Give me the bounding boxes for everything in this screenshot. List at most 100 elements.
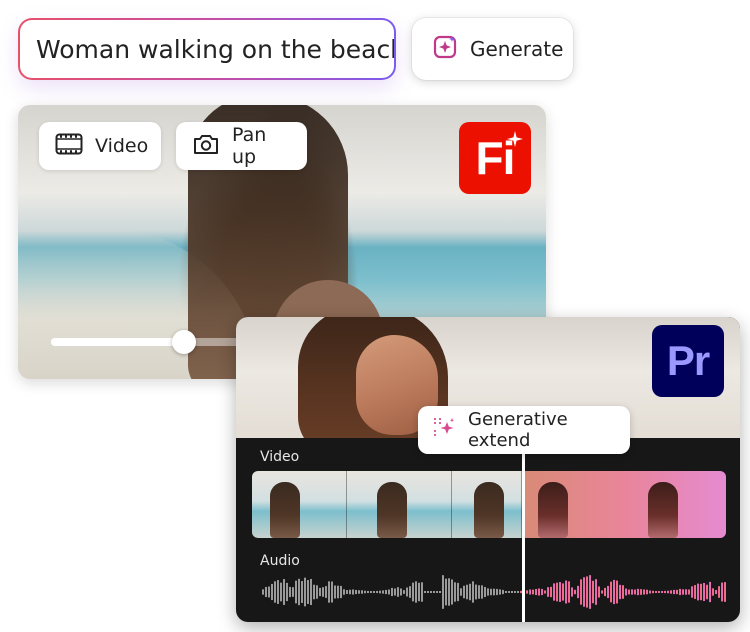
waveform-bar (484, 586, 486, 598)
camera-icon (192, 132, 220, 161)
waveform-bar (292, 587, 294, 597)
waveform-bar (385, 589, 387, 595)
waveform-bar (391, 587, 393, 597)
waveform-bar (649, 590, 651, 594)
waveform-bar (715, 589, 717, 595)
waveform-bar (643, 589, 645, 595)
waveform-bar (328, 581, 330, 603)
waveform-bar (700, 583, 702, 601)
waveform-bar (445, 578, 447, 606)
waveform-bar (469, 583, 471, 601)
waveform-bar (475, 584, 477, 600)
waveform-bar (460, 588, 462, 596)
waveform-bar (613, 579, 615, 605)
waveform-bar (307, 580, 309, 604)
firefly-logo: Fi (459, 122, 531, 194)
audio-waveform[interactable] (262, 570, 726, 614)
clip-figure (538, 482, 568, 538)
waveform-bar (631, 589, 633, 595)
waveform-bar (439, 591, 441, 593)
waveform-bar (532, 589, 534, 595)
generate-button[interactable]: Generate (412, 18, 573, 80)
waveform-bar (433, 591, 435, 593)
video-track[interactable] (252, 471, 726, 538)
waveform-bar (529, 589, 531, 595)
waveform-bar (583, 577, 585, 607)
waveform-bar (298, 578, 300, 606)
waveform-bar (448, 578, 450, 606)
generative-extend-button[interactable]: Generative extend (418, 406, 630, 454)
waveform-bar (508, 591, 510, 593)
waveform-bar (595, 579, 597, 605)
waveform-bar (427, 591, 429, 593)
waveform-bar (424, 591, 426, 593)
waveform-bar (691, 586, 693, 598)
playhead[interactable] (522, 451, 525, 622)
waveform-bar (589, 575, 591, 609)
waveform-bar (565, 580, 567, 604)
waveform-bar (283, 579, 285, 605)
waveform-bar (619, 584, 621, 600)
waveform-bar (304, 577, 306, 607)
waveform-bar (451, 579, 453, 605)
waveform-bar (547, 587, 549, 597)
waveform-bar (322, 587, 324, 597)
video-track-label: Video (260, 449, 300, 465)
video-clip[interactable] (252, 471, 347, 538)
generate-button-label: Generate (470, 37, 564, 61)
waveform-bar (454, 582, 456, 602)
waveform-bar (553, 583, 555, 601)
waveform-bar (514, 590, 516, 594)
waveform-bar (571, 587, 573, 597)
clip-figure (270, 482, 300, 538)
waveform-bar (673, 589, 675, 595)
waveform-bar (517, 590, 519, 594)
waveform-bar (658, 590, 660, 594)
waveform-bar (712, 588, 714, 596)
waveform-bar (601, 590, 603, 594)
waveform-bar (667, 590, 669, 594)
waveform-bar (316, 585, 318, 599)
waveform-bar (676, 589, 678, 595)
generated-video-clip[interactable] (522, 471, 726, 538)
waveform-bar (409, 586, 411, 598)
pan-up-chip[interactable]: Pan up (176, 122, 307, 170)
waveform-bar (685, 589, 687, 595)
waveform-bar (361, 590, 363, 594)
waveform-bar (661, 590, 663, 594)
slider-thumb[interactable] (171, 330, 196, 354)
waveform-bar (280, 582, 282, 602)
waveform-bar (379, 590, 381, 594)
waveform-bar (574, 589, 576, 595)
waveform-bar (625, 588, 627, 596)
waveform-bar (646, 589, 648, 595)
waveform-bar (313, 584, 315, 600)
waveform-bar (652, 590, 654, 594)
waveform-bar (394, 588, 396, 596)
waveform-bar (334, 585, 336, 599)
waveform-bar (616, 580, 618, 604)
waveform-bar (340, 585, 342, 599)
waveform-bar (502, 589, 504, 595)
waveform-bar (325, 586, 327, 598)
clip-figure (474, 482, 504, 538)
waveform-bar (535, 588, 537, 596)
waveform-bar (622, 585, 624, 599)
waveform-bar (604, 587, 606, 597)
waveform-bar (556, 582, 558, 602)
waveform-bar (550, 586, 552, 598)
waveform-bar (682, 589, 684, 595)
waveform-bar (346, 590, 348, 594)
video-clip[interactable] (452, 471, 522, 538)
waveform-bar (694, 585, 696, 599)
prompt-field[interactable]: Woman walking on the beach (18, 18, 396, 80)
waveform-bar (670, 590, 672, 594)
waveform-bar (343, 589, 345, 595)
premiere-logo: Pr (652, 325, 724, 397)
video-chip[interactable]: Video (39, 122, 161, 170)
waveform-bar (268, 586, 270, 598)
waveform-bar (505, 591, 507, 593)
waveform-bar (628, 589, 630, 595)
prompt-input[interactable]: Woman walking on the beach (20, 20, 394, 78)
video-clip[interactable] (347, 471, 452, 538)
